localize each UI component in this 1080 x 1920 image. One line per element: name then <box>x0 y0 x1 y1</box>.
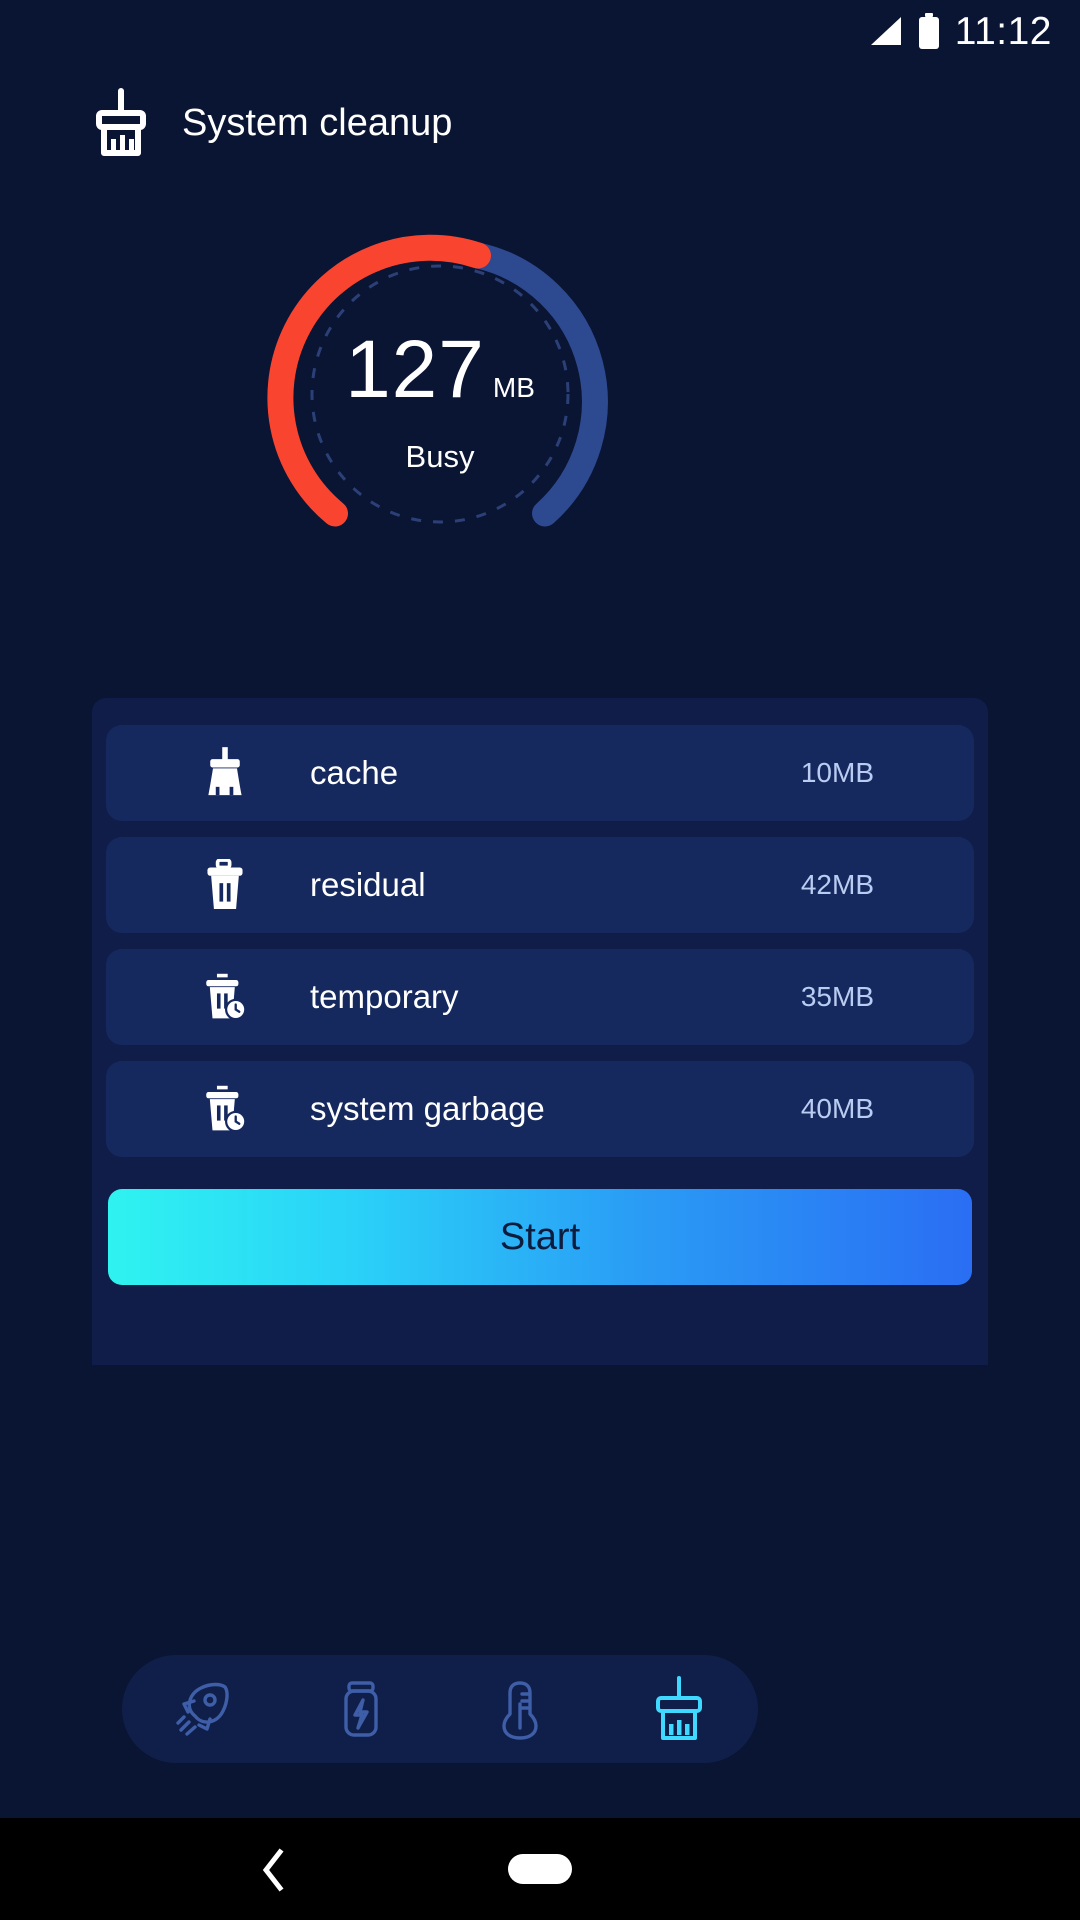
battery-bolt-icon <box>343 1681 378 1737</box>
gauge-dashed-ring <box>310 264 570 524</box>
start-button[interactable]: Start <box>108 1189 972 1285</box>
trash-clock-icon <box>196 1079 254 1139</box>
status-bar: 11:12 <box>0 0 1080 62</box>
app-header: System cleanup <box>0 78 1080 168</box>
battery-full-icon <box>918 13 939 49</box>
rocket-icon <box>175 1682 229 1736</box>
list-item[interactable]: system garbage 40MB <box>106 1061 974 1157</box>
cleanup-card: cache 10MB residual 42MB temporary 35MB … <box>92 698 988 1365</box>
broom-icon <box>655 1676 702 1740</box>
gauge-track-arc <box>465 242 608 527</box>
app-screen: 11:12 System cleanup 127 MB Busy cache 1… <box>0 0 1080 1920</box>
list-item-size: 40MB <box>800 1093 874 1124</box>
broom-icon <box>96 88 146 156</box>
list-item-size: 42MB <box>800 869 874 900</box>
nav-item-boost[interactable] <box>147 1655 257 1763</box>
thermometer-icon <box>501 1681 538 1740</box>
list-item-size: 35MB <box>800 981 874 1012</box>
signal-triangle-icon <box>870 17 901 45</box>
home-pill-icon[interactable] <box>508 1854 572 1884</box>
list-item[interactable]: temporary 35MB <box>106 949 974 1045</box>
back-chevron-icon[interactable] <box>250 1846 298 1894</box>
list-item[interactable]: cache 10MB <box>106 725 974 821</box>
page-title: System cleanup <box>182 101 453 144</box>
list-item-label: temporary <box>310 978 459 1015</box>
gauge-used-arc <box>267 234 491 527</box>
trash-clock-icon <box>196 967 254 1027</box>
start-button-label: Start <box>499 1215 581 1258</box>
bottom-navigation-bar <box>122 1655 758 1763</box>
list-item-label: residual <box>310 866 426 903</box>
trash-icon <box>196 855 254 915</box>
cleanup-item-list: cache 10MB residual 42MB temporary 35MB … <box>106 725 974 1173</box>
list-item-label: cache <box>310 754 399 791</box>
list-item[interactable]: residual 42MB <box>106 837 974 933</box>
storage-gauge: 127 MB Busy <box>231 224 649 564</box>
broom-icon <box>196 743 254 803</box>
list-item-label: system garbage <box>310 1090 545 1127</box>
android-navigation-bar <box>0 1818 1080 1920</box>
list-item-size: 10MB <box>800 757 874 788</box>
nav-item-temperature[interactable] <box>465 1655 575 1763</box>
gauge-arcs <box>267 234 608 527</box>
nav-item-battery[interactable] <box>306 1655 416 1763</box>
nav-item-cleanup[interactable] <box>624 1655 734 1763</box>
status-bar-clock: 11:12 <box>954 9 1052 53</box>
